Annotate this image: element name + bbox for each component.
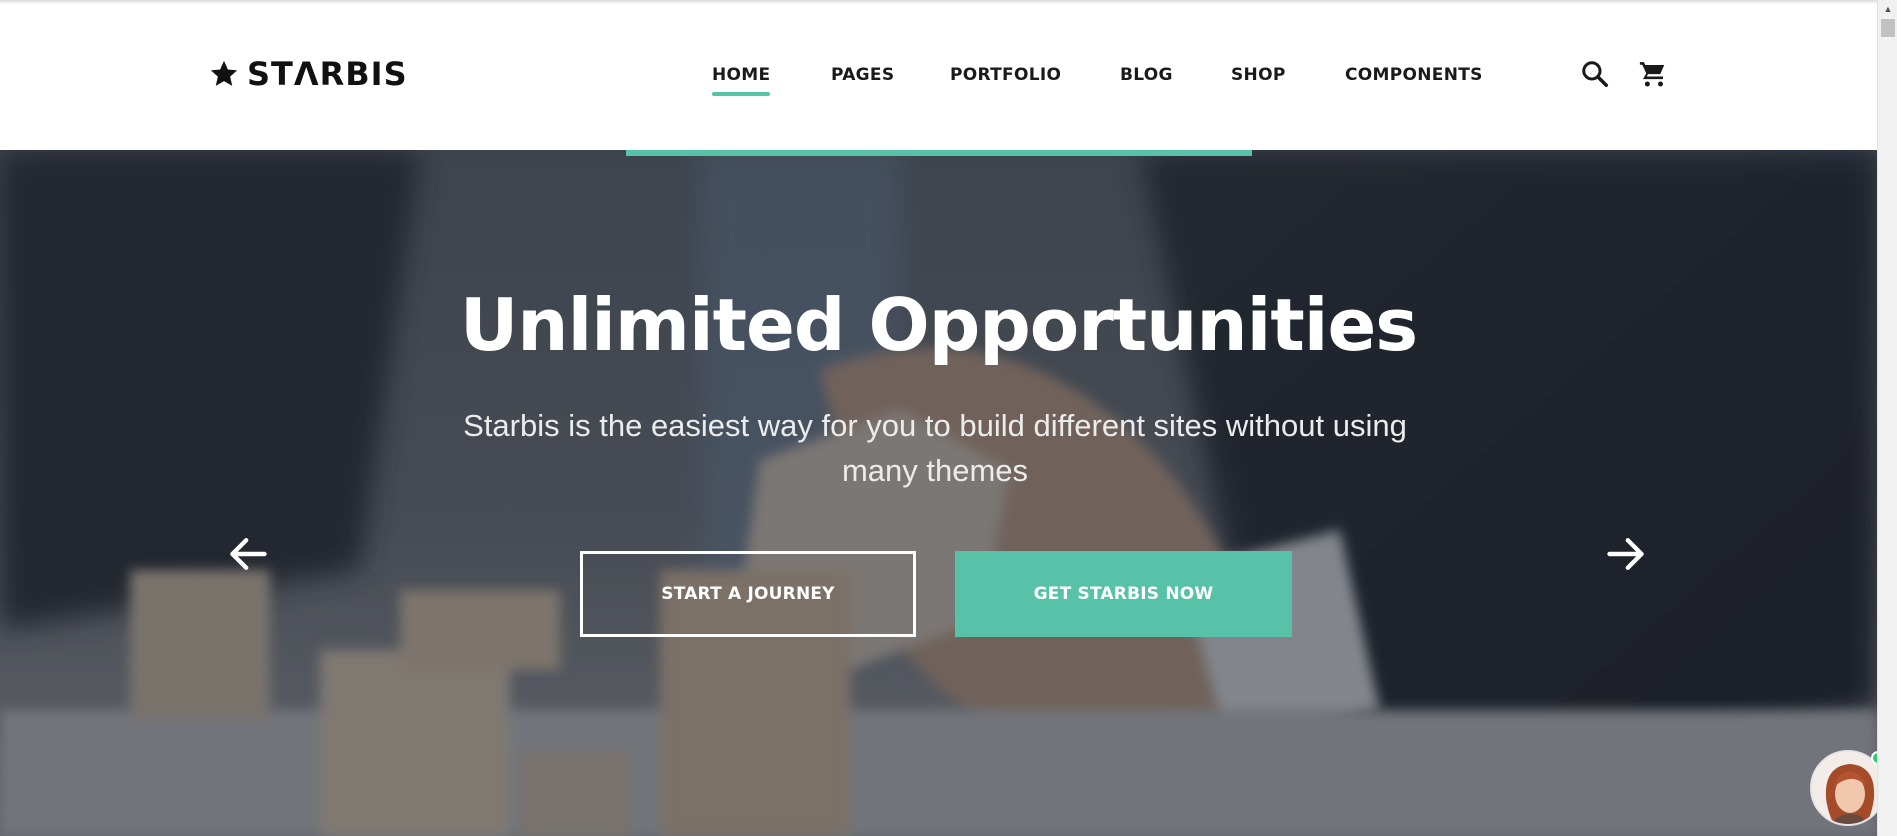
star-icon: [210, 60, 238, 86]
site-header: STΛRBIS HOME PAGES PORTFOLIO BLOG SHOP C…: [0, 0, 1877, 150]
get-starbis-button[interactable]: GET STARBIS NOW: [955, 551, 1292, 637]
nav-item-shop[interactable]: SHOP: [1231, 60, 1286, 90]
nav-item-pages[interactable]: PAGES: [831, 60, 894, 90]
nav-item-portfolio[interactable]: PORTFOLIO: [950, 60, 1061, 90]
cart-icon[interactable]: [1638, 59, 1668, 89]
nav-item-blog[interactable]: BLOG: [1120, 60, 1173, 90]
brand-name: STΛRBIS: [247, 55, 408, 93]
hero-overlay: [0, 150, 1877, 836]
nav-item-home[interactable]: HOME: [712, 60, 771, 96]
header-shadow: [0, 0, 1877, 4]
arrow-left-icon[interactable]: [226, 532, 270, 576]
arrow-right-icon[interactable]: [1604, 532, 1648, 576]
brand-logo[interactable]: STΛRBIS: [209, 56, 408, 92]
nav-item-components[interactable]: COMPONENTS: [1345, 60, 1483, 90]
start-journey-button[interactable]: START A JOURNEY: [580, 551, 916, 637]
scrollbar-thumb[interactable]: [1881, 19, 1895, 37]
page: STΛRBIS HOME PAGES PORTFOLIO BLOG SHOP C…: [0, 0, 1897, 836]
hero-slider: Unlimited Opportunities Starbis is the e…: [0, 150, 1877, 836]
slider-progress-bar: [626, 150, 1252, 156]
scroll-up-arrow-icon[interactable]: ▲: [1878, 0, 1897, 17]
page-scrollbar[interactable]: ▲: [1877, 0, 1897, 836]
hero-subtitle: Starbis is the easiest way for you to bu…: [463, 408, 1407, 488]
hero-title: Unlimited Opportunities: [459, 283, 1418, 367]
search-icon[interactable]: [1580, 59, 1610, 89]
